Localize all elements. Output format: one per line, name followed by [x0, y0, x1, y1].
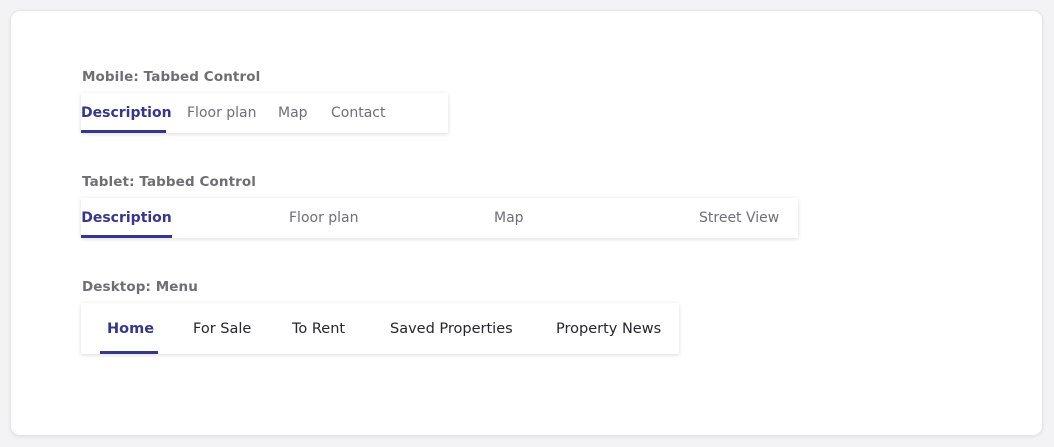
- tablet-section-label: Tablet: Tabbed Control: [82, 174, 257, 190]
- tablet-tab-description[interactable]: Description: [81, 198, 172, 238]
- desktop-menu-bar: Home For Sale To Rent Saved Properties P…: [81, 303, 679, 354]
- mobile-tab-description[interactable]: Description: [81, 93, 172, 133]
- tablet-tab-map[interactable]: Map: [494, 198, 524, 238]
- menu-item-to-rent[interactable]: To Rent: [292, 303, 345, 354]
- mobile-tab-floor-plan[interactable]: Floor plan: [187, 93, 257, 133]
- mobile-section-label: Mobile: Tabbed Control: [82, 69, 261, 85]
- mobile-tab-contact[interactable]: Contact: [331, 93, 385, 133]
- menu-item-saved-properties[interactable]: Saved Properties: [390, 303, 513, 354]
- mobile-tab-bar: Description Floor plan Map Contact: [81, 93, 448, 133]
- mobile-tab-map[interactable]: Map: [278, 93, 308, 133]
- showcase-card: Mobile: Tabbed Control Description Floor…: [10, 10, 1043, 436]
- desktop-section-label: Desktop: Menu: [82, 279, 198, 295]
- tablet-tab-bar: Description Floor plan Map Street View: [81, 198, 798, 238]
- menu-item-for-sale[interactable]: For Sale: [193, 303, 251, 354]
- tablet-tab-street-view[interactable]: Street View: [699, 198, 779, 238]
- tablet-tab-floor-plan[interactable]: Floor plan: [289, 198, 359, 238]
- menu-item-home[interactable]: Home: [107, 303, 154, 354]
- menu-item-property-news[interactable]: Property News: [556, 303, 661, 354]
- menu-active-indicator: [100, 351, 158, 354]
